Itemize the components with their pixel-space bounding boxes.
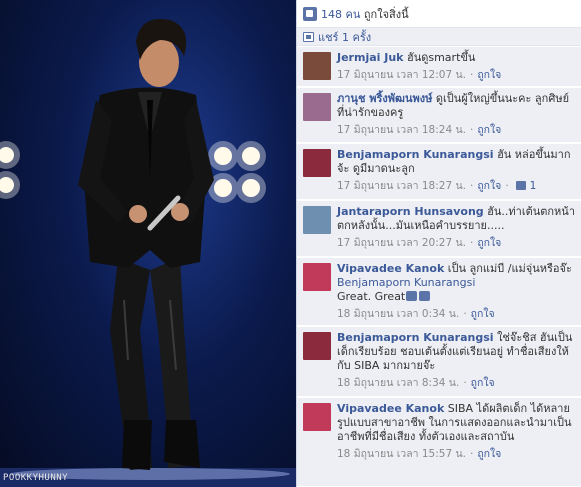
comment-timestamp[interactable]: 18 มิถุนายน เวลา 8:34 น. — [337, 374, 459, 391]
like-comment-link[interactable]: ถูกใจ — [477, 234, 501, 251]
share-icon — [303, 31, 314, 42]
tagged-user-link[interactable]: Benjamaporn Kunarangsi — [337, 276, 475, 289]
comment-author[interactable]: Benjamaporn Kunarangsi — [337, 148, 494, 161]
comment-author[interactable]: Vipavadee Kanok — [337, 402, 444, 415]
comment-text: เป็น ลูกแม่บี /แม่จุ่นหรือจ๊ะ — [447, 262, 572, 275]
comments-panel: 148 คน ถูกใจสิ่งนี้ แชร์ 1 ครั้ง Jermjai… — [296, 0, 581, 487]
avatar[interactable] — [303, 263, 331, 291]
like-comment-link[interactable]: ถูกใจ — [477, 121, 501, 138]
comment-like-count[interactable]: 1 — [530, 180, 537, 192]
comment-timestamp[interactable]: 17 มิถุนายน เวลา 18:24 น. — [337, 121, 466, 138]
like-comment-link[interactable]: ถูกใจ — [471, 305, 495, 322]
comment-item: Jantaraporn Hunsavong ฮัน..ท่าเต้นตกหน้า… — [297, 201, 581, 257]
comment-item: Benjamaporn Kunarangsi ฮัน หล่อขึ้นมากจ้… — [297, 144, 581, 200]
avatar[interactable] — [303, 332, 331, 360]
thumbs-up-icon — [303, 6, 317, 21]
comment-timestamp[interactable]: 17 มิถุนายน เวลา 12:07 น. — [337, 66, 466, 83]
comment-timestamp[interactable]: 17 มิถุนายน เวลา 18:27 น. — [337, 177, 466, 194]
avatar[interactable] — [303, 149, 331, 177]
performer-illustration — [0, 18, 296, 487]
like-comment-link[interactable]: ถูกใจ — [477, 445, 501, 462]
comment-item: Jermjai Juk ฮันดูsmartขึ้น 17 มิถุนายน เ… — [297, 47, 581, 87]
comment-item: ภานุช พริ้งพัฒนพงษ์ ดูเป็นผู้ใหญ่ขึ้นนะค… — [297, 88, 581, 143]
comment-author[interactable]: ภานุช พริ้งพัฒนพงษ์ — [337, 92, 432, 105]
comment-item: Vipavadee Kanok SIBA ได้ผลิตเด็ก ได้หลาย… — [297, 398, 581, 487]
shares-summary: แชร์ 1 ครั้ง — [297, 28, 581, 46]
likes-summary: 148 คน ถูกใจสิ่งนี้ — [297, 0, 581, 28]
comment-text: ฮันดูsmartขึ้น — [406, 51, 476, 64]
thumbs-up-icon — [515, 181, 526, 190]
like-comment-link[interactable]: ถูกใจ — [477, 177, 501, 194]
avatar[interactable] — [303, 93, 331, 121]
avatar[interactable] — [303, 206, 331, 234]
like-comment-link[interactable]: ถูกใจ — [471, 374, 495, 391]
comment-author[interactable]: Benjamaporn Kunarangsi — [337, 331, 494, 344]
comment-timestamp[interactable]: 18 มิถุนายน เวลา 15:57 น. — [337, 445, 466, 462]
likes-count-link[interactable]: 148 คน — [321, 8, 360, 21]
comment-text-line2: Great. Great — [337, 290, 406, 303]
comment-author[interactable]: Vipavadee Kanok — [337, 262, 444, 275]
shares-link[interactable]: แชร์ 1 ครั้ง — [318, 28, 371, 46]
thumbs-up-emoticon-icon — [419, 291, 431, 301]
comment-timestamp[interactable]: 18 มิถุนายน เวลา 0:34 น. — [337, 305, 459, 322]
comment-author[interactable]: Jermjai Juk — [337, 51, 403, 64]
comment-timestamp[interactable]: 17 มิถุนายน เวลา 20:27 น. — [337, 234, 466, 251]
comment-author[interactable]: Jantaraporn Hunsavong — [337, 205, 484, 218]
avatar[interactable] — [303, 52, 331, 80]
like-comment-link[interactable]: ถูกใจ — [477, 66, 501, 83]
likes-suffix: ถูกใจสิ่งนี้ — [363, 7, 409, 21]
avatar[interactable] — [303, 403, 331, 431]
stage-photo: POOKKYHUNNY — [0, 0, 296, 487]
comment-item: Benjamaporn Kunarangsi ใช่จ๊ะชิส ฮันเป็น… — [297, 327, 581, 397]
photo-watermark: POOKKYHUNNY — [3, 473, 69, 483]
comment-item: Vipavadee Kanok เป็น ลูกแม่บี /แม่จุ่นหร… — [297, 258, 581, 326]
thumbs-up-emoticon-icon — [406, 291, 418, 301]
